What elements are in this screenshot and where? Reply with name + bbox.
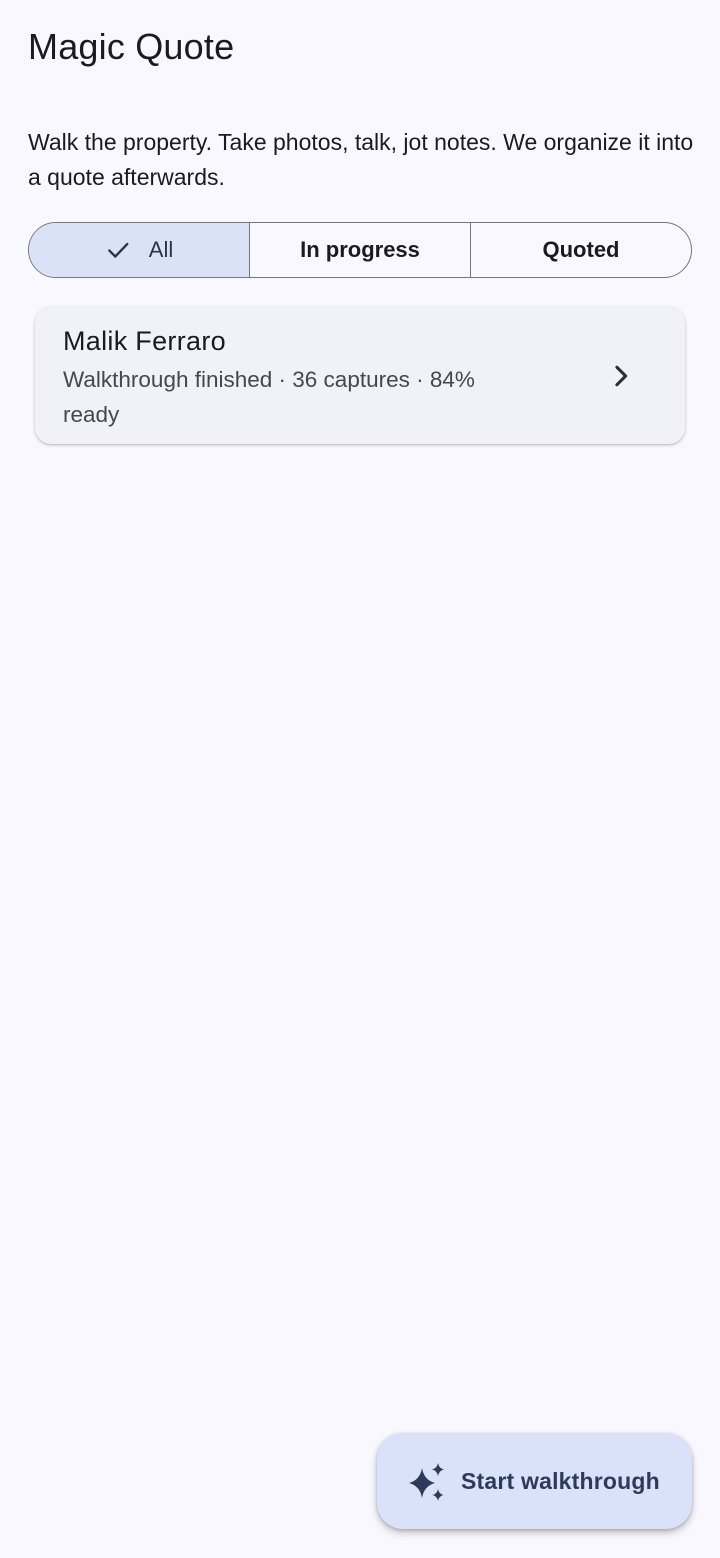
filter-in-progress-label: In progress (300, 237, 420, 262)
filter-quoted-label: Quoted (542, 237, 620, 262)
start-walkthrough-label: Start walkthrough (461, 1467, 660, 1494)
page-title: Magic Quote (28, 26, 235, 67)
quote-card[interactable]: Malik Ferraro Walkthrough finished · 36 … (35, 307, 685, 444)
filter-quoted[interactable]: Quoted (470, 223, 691, 277)
intro-text: Walk the property. Take photos, talk, jo… (28, 129, 694, 190)
filter-in-progress[interactable]: In progress (249, 223, 470, 277)
check-icon (107, 242, 129, 258)
start-walkthrough-button[interactable]: Start walkthrough (377, 1433, 692, 1529)
filter-all-label: All (148, 237, 174, 262)
filter-all[interactable]: All (29, 223, 249, 277)
sparkle-icon (409, 1463, 444, 1501)
quote-client-name: Malik Ferraro (63, 326, 226, 356)
quote-summary: Walkthrough finished · 36 captures · 84%… (63, 367, 475, 427)
chevron-right-icon (615, 365, 628, 387)
filter-segmented-control: All In progress Quoted (28, 222, 692, 278)
